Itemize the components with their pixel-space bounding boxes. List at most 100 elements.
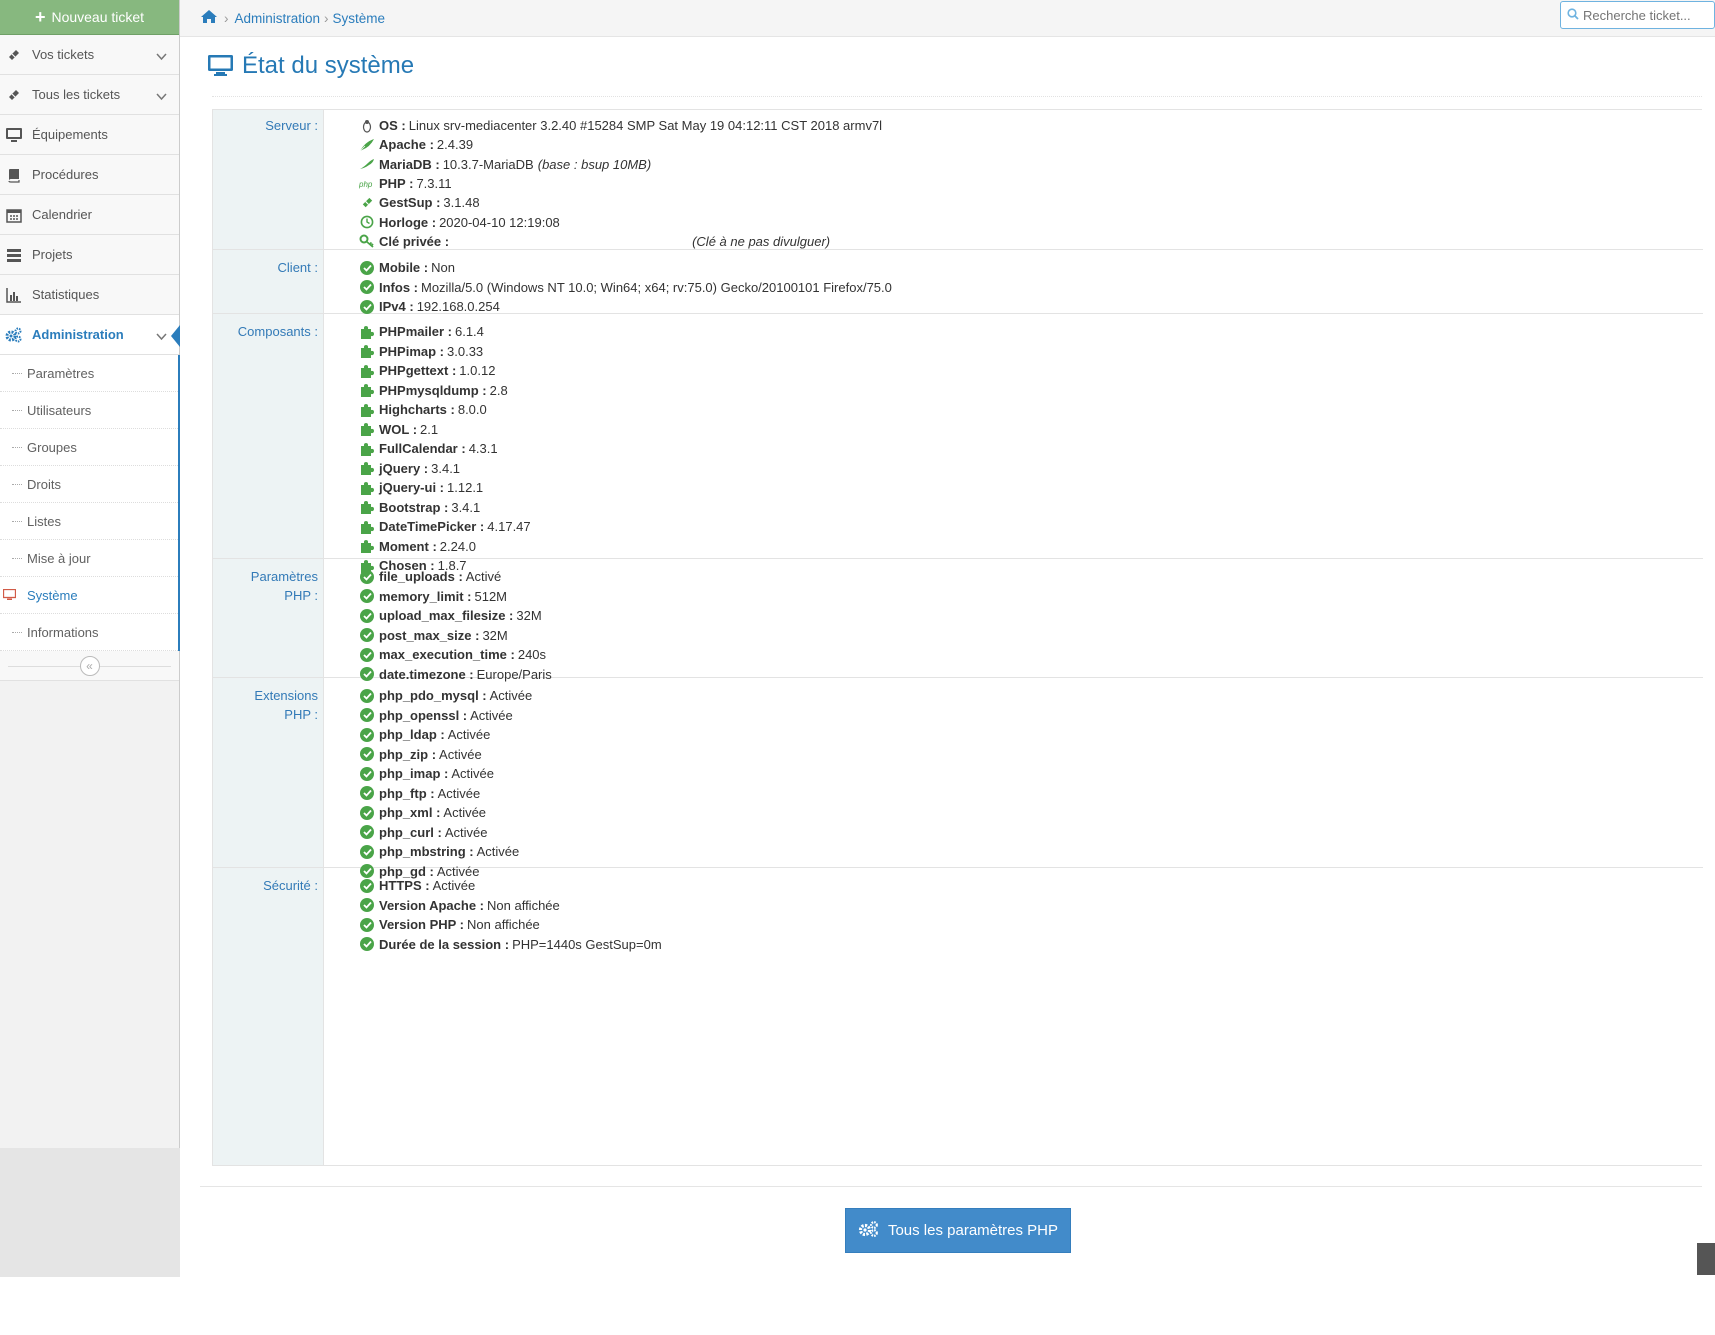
subitem-label: Paramètres xyxy=(27,365,95,381)
info-key: php_ftp : xyxy=(379,785,435,801)
sidebar-subitem-droits[interactable]: Droits xyxy=(0,466,178,503)
chevron-down-icon xyxy=(156,89,167,104)
calendar-icon xyxy=(4,205,24,225)
info-row: php_openssl : Activée xyxy=(359,706,532,726)
check-icon xyxy=(359,897,375,913)
sidebar-item-projets[interactable]: Projets xyxy=(0,235,179,275)
subitem-label: Mise à jour xyxy=(27,550,91,566)
section-label: Paramètres PHP : xyxy=(213,567,318,605)
sidebar-item-label: Équipements xyxy=(32,127,108,142)
info-value: 2.8 xyxy=(489,382,508,398)
info-row: Highcharts :8.0.0 xyxy=(359,400,531,420)
search-input[interactable] xyxy=(1583,7,1703,23)
clock-icon xyxy=(359,214,375,230)
subitem-label: Utilisateurs xyxy=(27,402,92,418)
breadcrumb-separator: › xyxy=(324,10,329,26)
info-value: Activée xyxy=(439,746,482,762)
sidebar-item-calendrier[interactable]: Calendrier xyxy=(0,195,179,235)
info-row: Moment :2.24.0 xyxy=(359,537,531,557)
info-row: php_pdo_mysql : Activée xyxy=(359,686,532,706)
breadcrumb-bar: › Administration › Système xyxy=(180,0,1715,37)
info-key: upload_max_filesize : xyxy=(379,608,514,624)
puzzle-icon xyxy=(359,480,375,496)
info-key: php_imap : xyxy=(379,766,449,782)
info-value: 32M xyxy=(482,627,508,643)
desktop-icon xyxy=(2,588,17,604)
info-value: Activée xyxy=(444,824,488,840)
page-title-text: État du système xyxy=(242,52,415,79)
info-key: Mobile : xyxy=(379,260,429,276)
sidebar-subitem-mise-a-jour[interactable]: Mise à jour xyxy=(0,540,178,577)
info-value: 10.3.7-MariaDB xyxy=(442,156,534,172)
info-row: OS : Linux srv-mediacenter 3.2.40 #15284 … xyxy=(359,116,882,135)
all-php-settings-label: Tous les paramètres PHP xyxy=(887,1222,1059,1239)
info-value: Activée xyxy=(437,785,481,801)
check-icon xyxy=(359,805,375,821)
chevron-down-icon xyxy=(156,329,167,344)
sidebar-subitem-utilisateurs[interactable]: Utilisateurs xyxy=(0,392,178,429)
info-value: Activée xyxy=(470,707,513,723)
sidebar-item-vos-tickets[interactable]: Vos tickets xyxy=(0,35,179,75)
info-key: OS : xyxy=(379,118,406,134)
new-ticket-label: Nouveau ticket xyxy=(51,9,145,25)
section-label: Client : xyxy=(213,258,318,277)
all-php-settings-button[interactable]: Tous les paramètres PHP xyxy=(845,1208,1071,1253)
sidebar-subitem-listes[interactable]: Listes xyxy=(0,503,178,540)
check-icon xyxy=(359,766,375,782)
info-row: PHPmysqldump :2.8 xyxy=(359,381,531,401)
divider xyxy=(212,96,1702,97)
info-value: 192.168.0.254 xyxy=(416,299,500,315)
info-value: 2.4.39 xyxy=(436,137,474,153)
sidebar-subitem-informations[interactable]: Informations xyxy=(0,614,178,651)
info-section: Sécurité : HTTPS : Activée Version Apache :… xyxy=(213,868,1703,1166)
check-icon xyxy=(359,627,375,643)
info-value: Activée xyxy=(432,878,476,894)
bar-chart-icon xyxy=(4,285,24,305)
sidebar-item-label: Procédures xyxy=(32,167,99,182)
info-value: Non xyxy=(431,260,455,276)
info-key: PHP : xyxy=(379,176,414,192)
sidebar-subitem-parametres[interactable]: Paramètres xyxy=(0,355,178,392)
sidebar-item-procedures[interactable]: Procédures xyxy=(0,155,179,195)
section-values: HTTPS : Activée Version Apache : Non affich… xyxy=(359,876,662,954)
info-row: PHPgettext :1.0.12 xyxy=(359,361,531,381)
info-row: HTTPS : Activée xyxy=(359,876,662,896)
info-key: max_execution_time : xyxy=(379,647,515,663)
info-row: upload_max_filesize :32M xyxy=(359,606,552,626)
info-note: (Clé à ne pas divulguer) xyxy=(692,233,831,249)
home-icon[interactable] xyxy=(200,9,218,27)
collapse-sidebar-icon[interactable]: « xyxy=(79,655,100,676)
sidebar-subitem-groupes[interactable]: Groupes xyxy=(0,429,178,466)
info-section: Extensions PHP : php_pdo_mysql : Activée php… xyxy=(213,678,1703,879)
sidebar-item-administration[interactable]: Administration xyxy=(0,315,180,355)
search-box[interactable] xyxy=(1560,1,1715,29)
info-key: php_xml : xyxy=(379,805,441,821)
section-values: Mobile : Non Infos : Mozilla/5.0 (Windows N… xyxy=(359,258,892,317)
divider xyxy=(200,1186,1702,1187)
section-label: Serveur : xyxy=(213,116,318,135)
linux-icon xyxy=(359,118,375,134)
new-ticket-button[interactable]: + Nouveau ticket xyxy=(0,0,179,35)
puzzle-icon xyxy=(359,363,375,379)
scroll-to-top-button[interactable] xyxy=(1697,1243,1715,1275)
info-key: IPv4 : xyxy=(379,299,414,315)
sidebar-item-statistiques[interactable]: Statistiques xyxy=(0,275,179,315)
sidebar-item-equipements[interactable]: Équipements xyxy=(0,115,179,155)
breadcrumb-administration[interactable]: Administration xyxy=(235,11,321,26)
info-note: (base : bsup 10MB) xyxy=(537,156,652,172)
sidebar-subitem-systeme[interactable]: Système xyxy=(0,577,178,614)
info-section: Client : Mobile : Non Infos : Mozilla/5.0 (W… xyxy=(213,250,1703,314)
subitem-label: Informations xyxy=(27,624,99,640)
check-icon xyxy=(359,299,375,315)
info-key: Clé privée : xyxy=(379,233,450,249)
sidebar-item-tous-les-tickets[interactable]: Tous les tickets xyxy=(0,75,179,115)
info-row: php_mbstring : Activée xyxy=(359,842,532,862)
seal-icon xyxy=(359,156,375,172)
info-row: php_xml : Activée xyxy=(359,803,532,823)
breadcrumb-separator: › xyxy=(224,10,229,26)
check-icon xyxy=(359,260,375,276)
desktop-icon xyxy=(4,125,24,145)
info-section: Paramètres PHP : file_uploads : Activé memor… xyxy=(213,559,1703,682)
subitem-label: Listes xyxy=(27,513,61,529)
info-row: Mobile : Non xyxy=(359,258,892,278)
